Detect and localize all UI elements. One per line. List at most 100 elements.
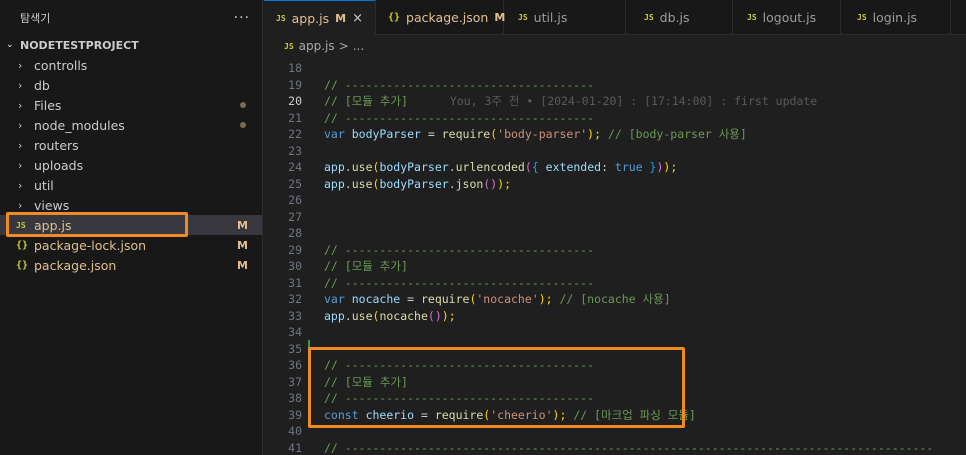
- line-number: 38: [288, 391, 302, 406]
- breadcrumb-file[interactable]: app.js: [299, 39, 335, 53]
- js-file-icon: JS: [276, 13, 286, 23]
- code-line: 37 // [모듈 추가]: [264, 374, 966, 391]
- line-number: 30: [288, 259, 302, 274]
- line-number: 31: [288, 275, 302, 290]
- js-file-icon: JS: [857, 13, 867, 22]
- tab-util-js[interactable]: JS util.js: [504, 0, 626, 35]
- line-number: 39: [288, 407, 302, 422]
- explorer-sidebar: 탐색기 ··· ⌄ NODETESTPROJECT › controlls › …: [0, 0, 263, 455]
- code-line: 23: [264, 143, 966, 160]
- code-line: 27: [264, 209, 966, 226]
- code-line: 18: [264, 60, 966, 77]
- line-number: 34: [288, 325, 302, 340]
- file-tree: › controlls › db › Files › node_modules …: [0, 55, 262, 275]
- code-line: 26: [264, 192, 966, 209]
- code-line: 25 app. use(bodyParser. json());: [264, 176, 966, 193]
- tree-item-label: controlls: [34, 57, 88, 73]
- code-comment: // ------------------------------------: [324, 110, 595, 125]
- tab-label: db.js: [659, 10, 690, 25]
- tab-logout-js[interactable]: JS logout.js: [733, 0, 841, 35]
- tree-item-db[interactable]: › db: [0, 75, 262, 95]
- project-root[interactable]: ⌄ NODETESTPROJECT: [0, 36, 262, 54]
- code-line: 35: [264, 341, 966, 358]
- code-line: 38 // -----------------------------------…: [264, 390, 966, 407]
- tree-item-controlls[interactable]: › controlls: [0, 55, 262, 75]
- line-number: 18: [288, 61, 302, 76]
- code-line: 20 // [모듈 추가] You, 3주 전 • [2024-01-20] : […: [264, 93, 966, 110]
- tree-item-label: package-lock.json: [34, 237, 147, 253]
- line-number: 21: [288, 110, 302, 125]
- tree-item-app-js[interactable]: JS app.js M: [0, 215, 262, 235]
- breadcrumb: JS app.js > ...: [264, 35, 966, 57]
- tree-item-views[interactable]: › views: [0, 195, 262, 215]
- tree-item-label: Files: [34, 97, 62, 113]
- js-file-icon: JS: [518, 13, 528, 22]
- js-file-icon: JS: [284, 41, 294, 51]
- code-comment: // ------------------------------------: [324, 242, 595, 257]
- chevron-right-icon: ›: [18, 198, 23, 212]
- chevron-right-icon: ›: [18, 58, 23, 72]
- tab-label: package.json: [406, 10, 489, 25]
- modified-dot-icon: [240, 122, 246, 128]
- explorer-title: 탐색기: [20, 12, 51, 25]
- tree-item-uploads[interactable]: › uploads: [0, 155, 262, 175]
- line-number: 25: [288, 176, 302, 191]
- line-number: 28: [288, 226, 302, 241]
- js-file-icon: JS: [644, 13, 654, 22]
- line-number: 24: [288, 160, 302, 175]
- tab-label: logout.js: [762, 10, 817, 25]
- js-file-icon: JS: [747, 13, 757, 22]
- tab-label: login.js: [872, 10, 918, 25]
- tree-item-util[interactable]: › util: [0, 175, 262, 195]
- tree-item-routers[interactable]: › routers: [0, 135, 262, 155]
- modified-dot-icon: [240, 102, 246, 108]
- code-line: 19 // -----------------------------------…: [264, 77, 966, 94]
- code-line: 32 var nocache = require('nocache'); // […: [264, 291, 966, 308]
- editor-area: JS app.js M × {} package.json M JS util.…: [264, 0, 966, 455]
- project-name: NODETESTPROJECT: [20, 38, 139, 52]
- tree-item-files[interactable]: › Files: [0, 95, 262, 115]
- code-line: 21 // -----------------------------------…: [264, 110, 966, 127]
- breadcrumb-symbol[interactable]: ...: [353, 39, 364, 53]
- js-file-icon: JS: [16, 220, 26, 230]
- code-comment: // ------------------------------------: [324, 358, 595, 373]
- breadcrumb-separator: >: [338, 39, 349, 53]
- modified-badge: M: [237, 258, 248, 272]
- code-comment: // [모듈 추가]: [324, 94, 408, 109]
- code-line: 24 app. use(bodyParser. urlencoded({ extend…: [264, 159, 966, 176]
- tab-db-js[interactable]: JS db.js: [626, 0, 733, 35]
- json-file-icon: {}: [16, 259, 29, 271]
- code-comment: // [모듈 추가]: [324, 259, 408, 274]
- tab-app-js[interactable]: JS app.js M ×: [264, 0, 376, 35]
- chevron-down-icon: ⌄: [6, 40, 14, 50]
- code-line: 34: [264, 324, 966, 341]
- tab-label: util.js: [533, 10, 568, 25]
- tab-package-json[interactable]: {} package.json M: [376, 0, 505, 35]
- line-number: 35: [288, 341, 302, 356]
- line-number: 41: [288, 440, 302, 455]
- code-line: 41 // -----------------------------------…: [264, 440, 966, 455]
- tree-item-label: app.js: [34, 217, 72, 233]
- close-icon[interactable]: ×: [352, 11, 363, 26]
- chevron-right-icon: ›: [18, 98, 23, 112]
- tree-item-label: package.json: [34, 257, 117, 273]
- editor-tabs: JS app.js M × {} package.json M JS util.…: [264, 0, 966, 35]
- code-line: 39 const cheerio = require('cheerio'); //…: [264, 407, 966, 424]
- code-comment: // -------------------------------------…: [324, 440, 934, 455]
- chevron-right-icon: ›: [18, 158, 23, 172]
- tab-login-js[interactable]: JS login.js: [841, 0, 951, 35]
- tree-item-package-lock-json[interactable]: {} package-lock.json M: [0, 235, 262, 255]
- line-number: 40: [288, 424, 302, 439]
- modified-badge: M: [237, 218, 248, 232]
- tree-item-node-modules[interactable]: › node_modules: [0, 115, 262, 135]
- tree-item-package-json[interactable]: {} package.json M: [0, 255, 262, 275]
- tree-item-label: routers: [34, 137, 79, 153]
- code-editor[interactable]: 18 19 // --------------------------------…: [264, 60, 966, 455]
- tree-item-label: node_modules: [34, 117, 125, 133]
- code-comment: // ------------------------------------: [324, 275, 595, 290]
- more-actions-icon[interactable]: ···: [234, 10, 250, 26]
- chevron-right-icon: ›: [18, 138, 23, 152]
- code-comment: // ------------------------------------: [324, 391, 595, 406]
- git-blame-annotation: You, 3주 전 • [2024-01-20] : [17:14:00] : …: [449, 94, 818, 109]
- code-line: 22 var bodyParser = require('body-parser'…: [264, 126, 966, 143]
